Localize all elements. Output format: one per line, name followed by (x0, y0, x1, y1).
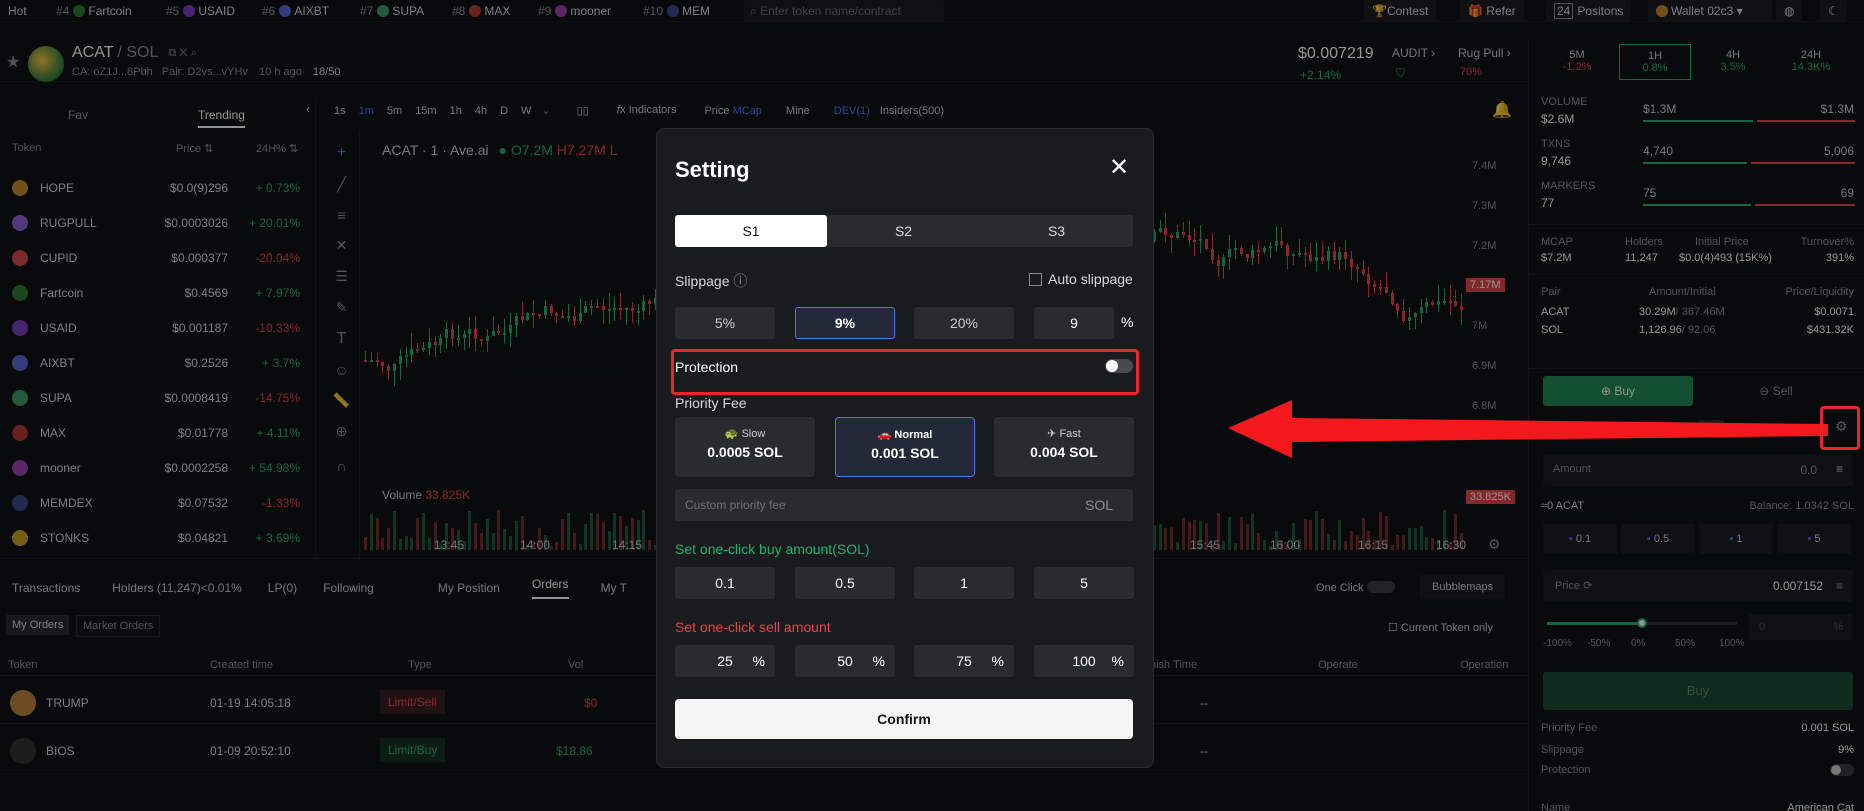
confirm-button[interactable]: Confirm (675, 699, 1133, 739)
help-icon: ⓘ (733, 273, 748, 289)
preset-tab-s1[interactable]: S1 (675, 215, 827, 247)
annotation-arrow (1228, 400, 1828, 458)
buy-amount-2[interactable]: 0.5 (795, 567, 895, 599)
buy-amount-3[interactable]: 1 (914, 567, 1014, 599)
auto-slippage-checkbox[interactable]: Auto slippage (1029, 271, 1133, 287)
slippage-unit: % (1121, 314, 1134, 330)
sell-amount-4[interactable]: 100% (1034, 645, 1134, 677)
sell-amount-title: Set one-click sell amount (675, 619, 831, 635)
fee-normal[interactable]: 🚗 Normal 0.001 SOL (835, 417, 975, 477)
plane-icon: ✈ (1047, 428, 1057, 440)
sell-amount-3[interactable]: 75% (914, 645, 1014, 677)
sell-amount-1[interactable]: 25% (675, 645, 775, 677)
buy-amount-4[interactable]: 5 (1034, 567, 1134, 599)
slippage-9[interactable]: 9% (795, 307, 895, 339)
gear-highlight (1820, 406, 1860, 450)
slippage-custom-input[interactable]: 9 (1034, 307, 1114, 339)
car-icon: 🚗 (877, 429, 892, 441)
protection-highlight (671, 349, 1139, 395)
preset-tabs: S1 S2 S3 (675, 215, 1133, 247)
close-icon[interactable]: ✕ (1109, 153, 1129, 182)
buy-amount-1[interactable]: 0.1 (675, 567, 775, 599)
sell-amount-2[interactable]: 50% (795, 645, 895, 677)
turtle-icon: 🐢 (724, 428, 739, 440)
custom-priority-fee-input[interactable]: Custom priority fee SOL (675, 489, 1133, 521)
priority-fee-label: Priority Fee (675, 395, 747, 411)
modal-title: Setting (675, 157, 750, 182)
fee-slow[interactable]: 🐢 Slow 0.0005 SOL (675, 417, 815, 477)
settings-modal: Setting ✕ S1 S2 S3 Slippage ⓘ Auto slipp… (656, 128, 1154, 768)
slippage-label: Slippage ⓘ (675, 273, 748, 289)
fee-fast[interactable]: ✈ Fast 0.004 SOL (994, 417, 1134, 477)
slippage-20[interactable]: 20% (914, 307, 1014, 339)
slippage-5[interactable]: 5% (675, 307, 775, 339)
preset-tab-s3[interactable]: S3 (980, 215, 1133, 247)
buy-amount-title: Set one-click buy amount(SOL) (675, 541, 870, 557)
preset-tab-s2[interactable]: S2 (827, 215, 980, 247)
